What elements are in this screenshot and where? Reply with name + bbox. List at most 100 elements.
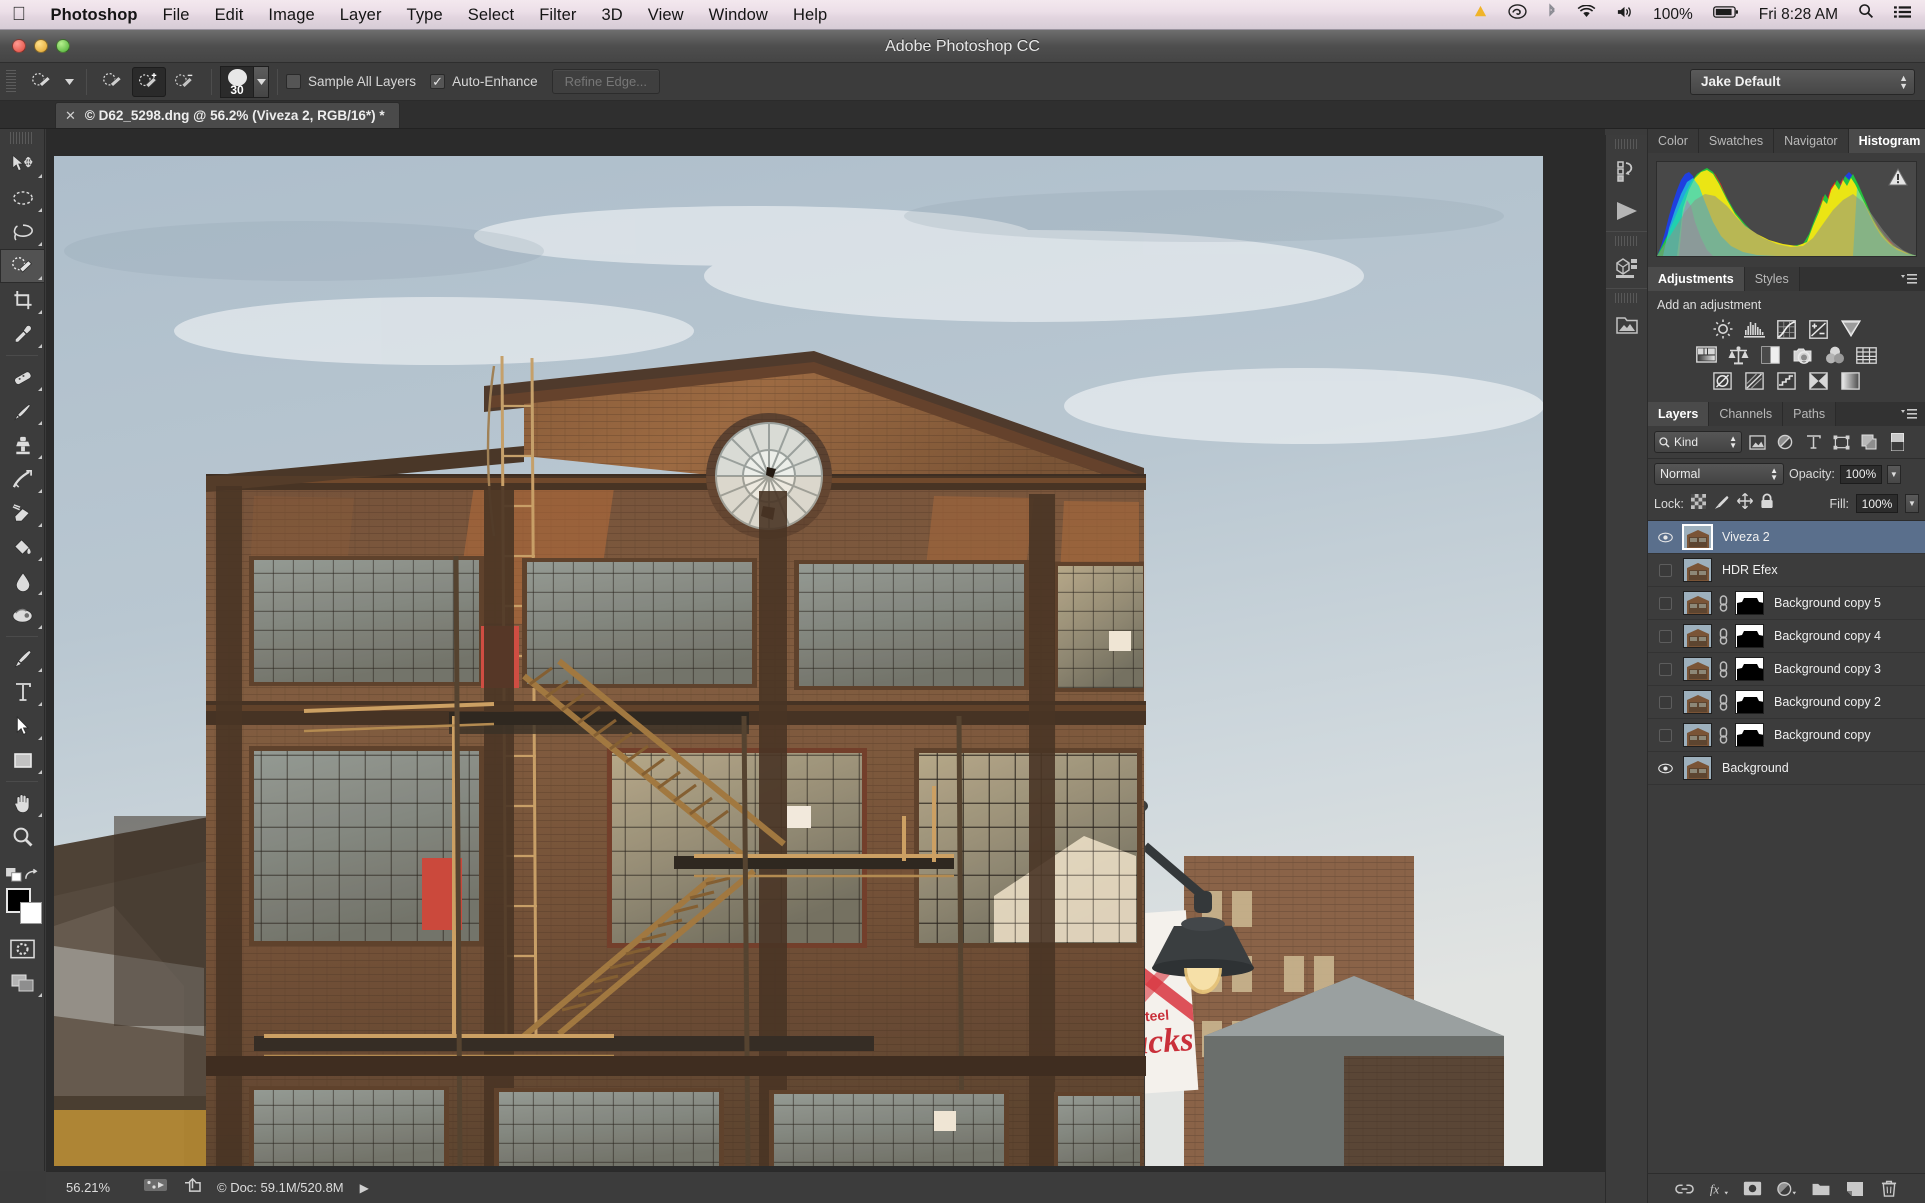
default-colors-icon[interactable] [6, 868, 23, 883]
table-row[interactable]: Background copy [1648, 719, 1925, 752]
posterize-icon[interactable] [1742, 370, 1767, 392]
layer-visibility-toggle[interactable] [1652, 532, 1678, 543]
sample-all-layers-checkbox[interactable] [286, 74, 301, 89]
layer-link-icon[interactable] [1717, 694, 1730, 711]
creative-cloud-icon[interactable] [1498, 0, 1537, 30]
menu-item-photoshop[interactable]: Photoshop [38, 0, 150, 30]
new-layer-button[interactable] [1845, 1179, 1865, 1199]
layer-style-fx-button[interactable]: fx [1709, 1179, 1729, 1199]
tab-layers[interactable]: Layers [1648, 402, 1709, 426]
layer-list[interactable]: Viveza 2 HDR Efex [1648, 520, 1925, 1173]
new-selection-mode-button[interactable] [96, 67, 130, 97]
brightness-contrast-icon[interactable] [1710, 318, 1735, 340]
move-tool[interactable] [0, 147, 45, 181]
refine-edge-button[interactable]: Refine Edge... [552, 69, 660, 94]
layer-visibility-toggle[interactable] [1652, 597, 1678, 610]
channel-mixer-icon[interactable] [1822, 344, 1847, 366]
lasso-tool[interactable] [0, 215, 45, 249]
zoom-tool[interactable] [0, 820, 45, 854]
lock-image-pixels-icon[interactable] [1713, 494, 1730, 514]
clone-stamp-tool[interactable] [0, 428, 45, 462]
filter-smartobject-icon[interactable] [1856, 431, 1882, 453]
dodge-tool[interactable] [0, 598, 45, 632]
history-panel-icon[interactable] [1606, 151, 1648, 191]
gradient-map-icon[interactable] [1838, 370, 1863, 392]
background-color-swatch[interactable] [20, 902, 42, 924]
layer-link-icon[interactable] [1717, 727, 1730, 744]
layer-thumbnail[interactable] [1683, 723, 1712, 747]
hand-tool[interactable] [0, 786, 45, 820]
auto-enhance-checkbox[interactable] [430, 74, 445, 89]
blend-mode-select[interactable]: Normal ▲▼ [1654, 463, 1784, 485]
new-adjustment-layer-button[interactable] [1777, 1179, 1797, 1199]
tab-histogram[interactable]: Histogram [1849, 129, 1925, 153]
spotlight-search-icon[interactable] [1848, 0, 1884, 30]
menu-item-help[interactable]: Help [780, 0, 839, 30]
layer-name[interactable]: Viveza 2 [1722, 530, 1770, 544]
status-expand-arrow-icon[interactable]: ▶ [360, 1181, 369, 1195]
link-layers-button[interactable] [1675, 1179, 1695, 1199]
close-button[interactable] [12, 39, 26, 53]
layer-name[interactable]: Background copy 2 [1774, 695, 1881, 709]
table-row[interactable]: Background copy 3 [1648, 653, 1925, 686]
delete-layer-button[interactable] [1879, 1179, 1899, 1199]
cached-data-warning-icon[interactable] [1888, 168, 1908, 186]
brush-tool[interactable] [0, 394, 45, 428]
tab-channels[interactable]: Channels [1709, 402, 1783, 426]
layer-visibility-toggle[interactable] [1652, 763, 1678, 774]
notification-center-icon[interactable] [1884, 0, 1921, 30]
hue-saturation-icon[interactable] [1694, 344, 1719, 366]
photo-filter-icon[interactable] [1790, 344, 1815, 366]
crop-tool[interactable] [0, 283, 45, 317]
invert-icon[interactable] [1710, 370, 1735, 392]
table-row[interactable]: Background copy 5 [1648, 587, 1925, 620]
exposure-icon[interactable] [1806, 318, 1831, 340]
menu-item-filter[interactable]: Filter [527, 0, 589, 30]
filter-toggle-icon[interactable] [1884, 431, 1910, 453]
table-row[interactable]: Background copy 2 [1648, 686, 1925, 719]
layer-name[interactable]: Background copy 3 [1774, 662, 1881, 676]
options-bar-grip[interactable] [6, 70, 16, 94]
minimize-button[interactable] [34, 39, 48, 53]
layer-link-icon[interactable] [1717, 628, 1730, 645]
apple-logo-icon[interactable]:  [0, 5, 38, 24]
layer-mask-thumbnail[interactable] [1735, 690, 1764, 714]
layer-thumbnail[interactable] [1683, 624, 1712, 648]
menu-item-image[interactable]: Image [256, 0, 327, 30]
path-selection-tool[interactable] [0, 709, 45, 743]
wifi-icon[interactable] [1567, 0, 1606, 30]
tool-preset-chevron-down-icon[interactable] [61, 67, 77, 97]
workspace-selector[interactable]: Jake Default ▲▼ [1690, 69, 1915, 95]
rail-grip-3[interactable] [1615, 293, 1638, 303]
table-row[interactable]: HDR Efex [1648, 554, 1925, 587]
menu-item-file[interactable]: File [150, 0, 202, 30]
layer-thumbnail[interactable] [1683, 525, 1712, 549]
curves-icon[interactable] [1774, 318, 1799, 340]
spot-healing-brush-tool[interactable] [0, 360, 45, 394]
tab-color[interactable]: Color [1648, 129, 1699, 153]
layer-mask-thumbnail[interactable] [1735, 591, 1764, 615]
layer-link-icon[interactable] [1717, 595, 1730, 612]
history-brush-tool[interactable] [0, 462, 45, 496]
eraser-tool[interactable] [0, 496, 45, 530]
quick-selection-tool-preset-icon[interactable] [25, 67, 59, 97]
filter-type-icon[interactable] [1800, 431, 1826, 453]
layer-name[interactable]: HDR Efex [1722, 563, 1778, 577]
document-image[interactable]: steel stacks [54, 156, 1543, 1166]
filter-shape-icon[interactable] [1828, 431, 1854, 453]
layer-visibility-toggle[interactable] [1652, 564, 1678, 577]
layer-thumbnail[interactable] [1683, 558, 1712, 582]
swap-colors-icon[interactable] [23, 868, 38, 882]
menu-item-select[interactable]: Select [455, 0, 526, 30]
pen-tool[interactable] [0, 641, 45, 675]
layer-name[interactable]: Background copy [1774, 728, 1871, 742]
layer-mask-thumbnail[interactable] [1735, 657, 1764, 681]
opacity-value[interactable]: 100% [1840, 465, 1882, 484]
close-icon[interactable]: ✕ [65, 108, 76, 124]
layer-visibility-toggle[interactable] [1652, 696, 1678, 709]
menu-item-3d[interactable]: 3D [589, 0, 635, 30]
menu-bar-clock[interactable]: Fri 8:28 AM [1749, 0, 1848, 30]
add-to-selection-mode-button[interactable] [132, 67, 166, 97]
brush-preview[interactable]: 30 [220, 66, 254, 98]
black-and-white-icon[interactable] [1758, 344, 1783, 366]
